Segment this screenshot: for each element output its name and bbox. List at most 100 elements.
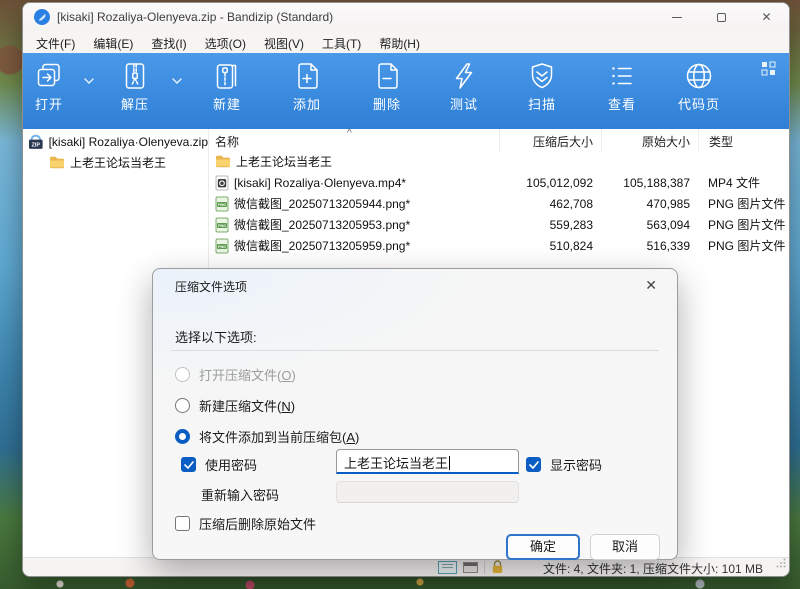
file-name: [kisaki] Rozaliya·Olenyeva.mp4* <box>234 175 407 190</box>
file-name: 微信截图_20250713205944.png* <box>234 197 411 211</box>
close-icon: ✕ <box>761 10 772 24</box>
radio-new-archive[interactable]: 新建压缩文件(N) <box>175 396 295 415</box>
radio-icon <box>175 367 190 382</box>
codepage-button[interactable]: 代码页 <box>667 59 731 123</box>
dialog-title: 压缩文件选项 <box>175 280 248 294</box>
titlebar: [kisaki] Rozaliya-Olenyeva.zip - Bandizi… <box>23 3 789 31</box>
menu-file[interactable]: 文件(F) <box>27 31 84 53</box>
file-original-size: 563,094 <box>646 217 690 232</box>
menu-edit[interactable]: 编辑(E) <box>84 31 142 53</box>
dialog-prompt: 选择以下选项: <box>175 330 257 345</box>
cancel-button[interactable]: 取消 <box>590 534 660 560</box>
password-lock-icon <box>491 560 504 576</box>
column-header-original-size[interactable]: 原始大小 <box>601 129 698 151</box>
maximize-button[interactable] <box>699 3 744 31</box>
view-button[interactable]: 查看 <box>590 59 654 123</box>
file-packed-size: 510,824 <box>549 238 593 253</box>
view-mode-list-button[interactable] <box>438 561 457 574</box>
password-value: 上老王论坛当老王 <box>344 456 449 471</box>
tree-item-archive-root[interactable]: ZIP [kisaki] Rozaliya·Olenyeva.zip <box>23 132 208 152</box>
file-row-png-3[interactable]: PNG 微信截图_20250713205959.png* 510,824 516… <box>209 235 789 256</box>
scan-label: 扫描 <box>527 97 556 112</box>
delete-icon <box>378 63 398 89</box>
resize-grip[interactable] <box>776 555 786 573</box>
delete-original-checkbox[interactable]: 压缩后删除原始文件 <box>175 514 316 533</box>
show-password-checkbox[interactable]: 显示密码 <box>526 455 602 474</box>
ok-button[interactable]: 确定 <box>506 534 580 560</box>
png-file-icon: PNG <box>215 217 229 232</box>
checkbox-checked-icon <box>181 457 196 472</box>
radio-icon <box>175 398 190 413</box>
scan-button[interactable]: 扫描 <box>510 59 574 123</box>
menu-options[interactable]: 选项(O) <box>196 31 255 53</box>
file-packed-size: 462,708 <box>549 196 593 211</box>
delete-original-label: 压缩后删除原始文件 <box>199 517 317 532</box>
tree-item-label: 上老王论坛当老王 <box>70 155 167 170</box>
file-original-size: 105,188,387 <box>623 175 690 190</box>
minimize-button[interactable] <box>654 3 699 31</box>
statusbar-divider <box>484 561 485 574</box>
minimize-icon <box>671 16 682 18</box>
codepage-label: 代码页 <box>677 97 720 112</box>
radio-add-to-current-archive[interactable]: 将文件添加到当前压缩包(A) <box>175 427 359 446</box>
file-packed-size: 559,283 <box>549 217 593 232</box>
maximize-icon <box>717 12 726 22</box>
codepage-globe-icon <box>686 63 712 89</box>
desktop-wallpaper: [kisaki] Rozaliya-Olenyeva.zip - Bandizi… <box>0 0 800 589</box>
file-row-png-1[interactable]: PNG 微信截图_20250713205944.png* 462,708 470… <box>209 193 789 214</box>
svg-text:PNG: PNG <box>218 203 226 207</box>
toolbar: 打开 解压 新建 添加 删除 测试 扫描 查看 代码页 <box>23 53 789 129</box>
tree-item-folder[interactable]: 上老王论坛当老王 <box>23 152 208 172</box>
add-button[interactable]: 添加 <box>275 59 339 123</box>
menu-help[interactable]: 帮助(H) <box>370 31 429 53</box>
reenter-password-input <box>336 481 519 503</box>
file-row-folder[interactable]: 上老王论坛当老王 <box>209 151 789 172</box>
close-button[interactable]: ✕ <box>744 3 789 31</box>
column-header-packed-size[interactable]: 压缩后大小 <box>499 129 601 151</box>
open-dropdown-caret-icon[interactable] <box>84 71 94 89</box>
layout-toggle-button[interactable] <box>761 61 777 82</box>
delete-button[interactable]: 删除 <box>355 59 419 123</box>
window-controls: ✕ <box>654 3 789 31</box>
column-header-type[interactable]: 类型 <box>698 129 789 151</box>
column-header-name[interactable]: 名称 <box>209 129 499 151</box>
view-mode-detail-button[interactable] <box>463 562 478 573</box>
add-label: 添加 <box>292 97 321 112</box>
folder-icon <box>216 155 230 168</box>
menu-view[interactable]: 视图(V) <box>255 31 313 53</box>
svg-text:PNG: PNG <box>218 224 226 228</box>
png-file-icon: PNG <box>215 238 229 253</box>
reenter-password-label: 重新输入密码 <box>201 488 280 503</box>
extract-dropdown-caret-icon[interactable] <box>172 71 182 89</box>
extract-button[interactable]: 解压 <box>103 59 167 123</box>
file-row-mp4[interactable]: [kisaki] Rozaliya·Olenyeva.mp4* 105,012,… <box>209 172 789 193</box>
use-password-checkbox[interactable]: 使用密码 <box>181 455 257 474</box>
sort-ascending-icon: ^ <box>347 128 352 139</box>
svg-text:PNG: PNG <box>218 245 226 249</box>
extract-icon <box>125 63 145 89</box>
file-name: 微信截图_20250713205959.png* <box>234 239 411 253</box>
file-name: 微信截图_20250713205953.png* <box>234 218 411 232</box>
bandizip-logo-icon <box>34 9 50 30</box>
password-input[interactable]: 上老王论坛当老王 <box>336 449 519 474</box>
delete-label: 删除 <box>372 97 401 112</box>
file-original-size: 470,985 <box>646 196 690 211</box>
test-label: 测试 <box>449 97 478 112</box>
new-archive-button[interactable]: 新建 <box>195 59 259 123</box>
view-label: 查看 <box>607 97 636 112</box>
test-button[interactable]: 测试 <box>432 59 496 123</box>
new-archive-icon <box>216 64 237 89</box>
menu-find[interactable]: 查找(I) <box>142 31 195 53</box>
dialog-close-button[interactable]: ✕ <box>639 275 663 296</box>
open-button[interactable]: 打开 <box>23 59 81 123</box>
radio-icon-selected <box>175 429 190 444</box>
file-type: MP4 文件 <box>708 176 761 190</box>
test-icon <box>455 63 473 89</box>
folder-icon <box>50 156 64 168</box>
text-caret <box>449 456 451 470</box>
radio-label: 新建压缩文件(N) <box>199 399 296 414</box>
menu-tools[interactable]: 工具(T) <box>313 31 370 53</box>
file-row-png-2[interactable]: PNG 微信截图_20250713205953.png* 559,283 563… <box>209 214 789 235</box>
scan-icon <box>531 63 553 89</box>
file-name: 上老王论坛当老王 <box>236 155 333 169</box>
